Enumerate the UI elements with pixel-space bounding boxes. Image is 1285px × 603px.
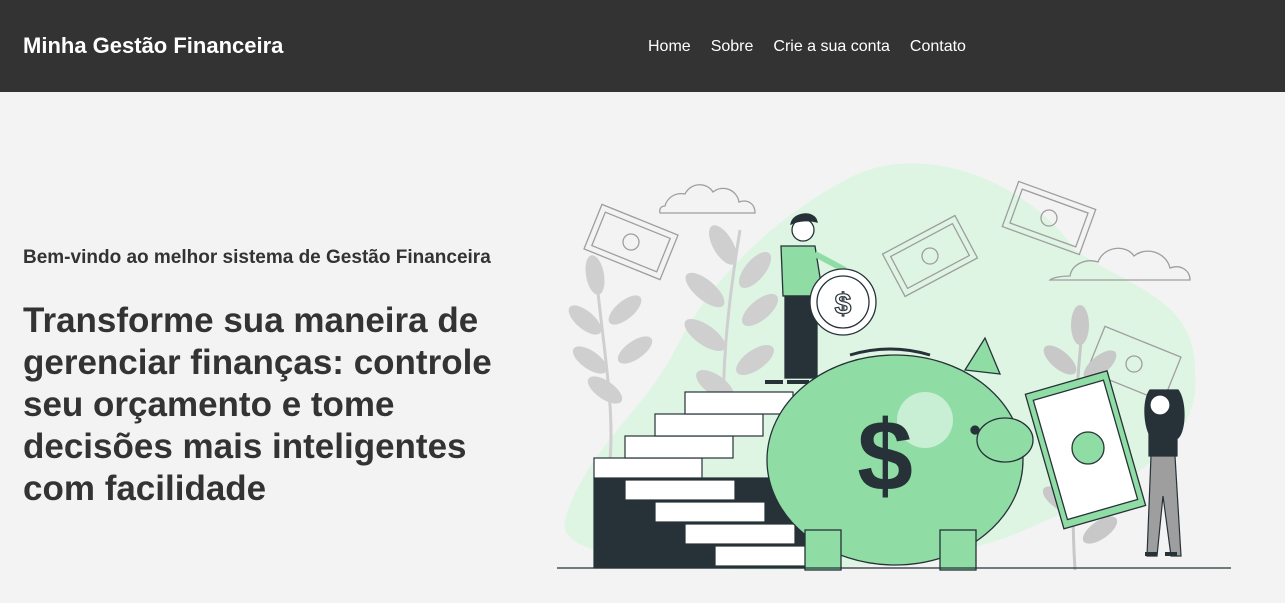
nav-item-contato: Contato (910, 37, 966, 56)
brand-title[interactable]: Minha Gestão Financeira (23, 33, 283, 59)
nav-link-home[interactable]: Home (648, 38, 691, 55)
top-navbar: Minha Gestão Financeira Home Sobre Crie … (0, 0, 1285, 92)
nav-link-contato[interactable]: Contato (910, 38, 966, 55)
nav-link-sobre[interactable]: Sobre (711, 38, 754, 55)
hero-subtitle: Bem-vindo ao melhor sistema de Gestão Fi… (23, 247, 491, 268)
coin-dollar-icon: $ (835, 288, 852, 321)
hero-title: Transforme sua maneira de gerenciar fina… (23, 301, 492, 508)
dollar-sign-icon: $ (857, 400, 913, 512)
main-nav: Home Sobre Crie a sua conta Contato (648, 37, 966, 56)
nav-link-crie-conta[interactable]: Crie a sua conta (773, 38, 890, 55)
nav-item-home: Home (648, 37, 691, 56)
cloud-left (659, 184, 756, 214)
nav-item-sobre: Sobre (711, 37, 754, 56)
nav-item-crie-conta: Crie a sua conta (773, 37, 890, 56)
piggy-bank-illustration: $ $ (557, 163, 1231, 571)
woman-figure (1144, 389, 1185, 557)
